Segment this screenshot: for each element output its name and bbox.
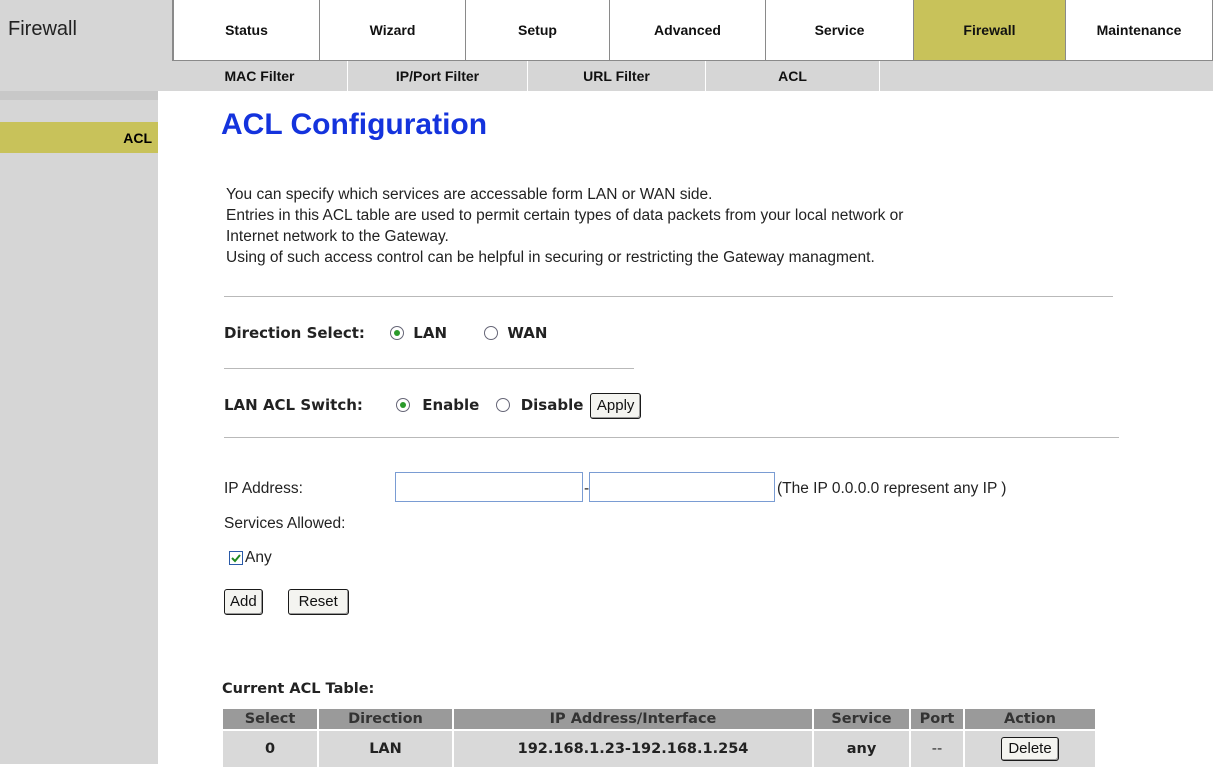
- direction-select-label: Direction Select:: [224, 324, 365, 342]
- cell-select: 0: [223, 731, 317, 767]
- cell-service: any: [814, 731, 909, 767]
- switch-enable-label: Enable: [422, 396, 480, 414]
- tab-advanced[interactable]: Advanced: [610, 0, 766, 60]
- subtab-url-filter[interactable]: URL Filter: [528, 61, 706, 91]
- check-icon: [231, 554, 241, 563]
- page-title: ACL Configuration: [221, 108, 488, 141]
- apply-button[interactable]: Apply: [589, 393, 642, 419]
- intro-line: You can specify which services are acces…: [226, 186, 713, 203]
- switch-disable-label: Disable: [520, 396, 584, 414]
- acl-switch-row: LAN ACL Switch: Enable Disable Apply: [224, 393, 642, 419]
- divider: [224, 437, 1119, 438]
- delete-button[interactable]: Delete: [1001, 737, 1059, 761]
- col-header-direction: Direction: [319, 709, 452, 729]
- form-actions: Add Reset: [224, 589, 349, 615]
- divider: [224, 296, 1113, 297]
- intro-text: You can specify which services are acces…: [226, 184, 1116, 268]
- tab-service[interactable]: Service: [766, 0, 914, 60]
- subtab-mac-filter[interactable]: MAC Filter: [172, 61, 348, 91]
- col-header-port: Port: [911, 709, 963, 729]
- acl-switch-label: LAN ACL Switch:: [224, 396, 363, 414]
- direction-lan-label: LAN: [413, 324, 448, 342]
- tab-setup[interactable]: Setup: [466, 0, 610, 60]
- sub-nav-tabs: MAC Filter IP/Port Filter URL Filter ACL: [172, 60, 1213, 91]
- any-checkbox[interactable]: [229, 551, 243, 565]
- ip-start-input[interactable]: [395, 472, 583, 502]
- subtab-acl[interactable]: ACL: [706, 61, 880, 91]
- intro-line: Entries in this ACL table are used to pe…: [226, 207, 904, 224]
- col-header-service: Service: [814, 709, 909, 729]
- cell-action: Delete: [965, 731, 1095, 767]
- ip-address-label: IP Address:: [224, 480, 303, 497]
- services-allowed-label: Services Allowed:: [224, 515, 346, 532]
- add-button[interactable]: Add: [224, 589, 263, 615]
- table-row: 0 LAN 192.168.1.23-192.168.1.254 any -- …: [223, 731, 1095, 767]
- intro-line: Using of such access control can be help…: [226, 249, 875, 266]
- col-header-select: Select: [223, 709, 317, 729]
- cell-port: --: [911, 731, 963, 767]
- divider: [224, 368, 634, 369]
- direction-lan-radio[interactable]: [389, 326, 404, 340]
- reset-button[interactable]: Reset: [287, 589, 349, 615]
- tab-status[interactable]: Status: [174, 0, 320, 60]
- cell-direction: LAN: [319, 731, 452, 767]
- section-title: Firewall: [8, 18, 77, 40]
- table-caption: Current ACL Table:: [222, 681, 375, 697]
- switch-enable-radio[interactable]: [395, 398, 410, 412]
- acl-table: Select Direction IP Address/Interface Se…: [221, 707, 1097, 769]
- sidebar-item-acl[interactable]: ACL: [0, 122, 158, 153]
- cell-ip: 192.168.1.23-192.168.1.254: [454, 731, 812, 767]
- ip-hint: (The IP 0.0.0.0 represent any IP ): [777, 480, 1007, 497]
- sidebar: ACL: [0, 91, 158, 764]
- subtab-ip-port-filter[interactable]: IP/Port Filter: [348, 61, 528, 91]
- tab-firewall[interactable]: Firewall: [914, 0, 1066, 60]
- main-nav-tabs: Status Wizard Setup Advanced Service Fir…: [172, 0, 1213, 60]
- col-header-action: Action: [965, 709, 1095, 729]
- any-service-label: Any: [245, 549, 272, 566]
- col-header-ip: IP Address/Interface: [454, 709, 812, 729]
- direction-select-row: Direction Select: LAN WAN: [224, 324, 547, 343]
- ip-end-input[interactable]: [589, 472, 775, 502]
- tab-wizard[interactable]: Wizard: [320, 0, 466, 60]
- table-header-row: Select Direction IP Address/Interface Se…: [223, 709, 1095, 729]
- tab-maintenance[interactable]: Maintenance: [1066, 0, 1213, 60]
- any-service-row: Any: [229, 549, 272, 567]
- direction-wan-label: WAN: [507, 324, 548, 342]
- intro-line: Internet network to the Gateway.: [226, 228, 449, 245]
- switch-disable-radio[interactable]: [496, 398, 511, 412]
- direction-wan-radio[interactable]: [483, 326, 498, 340]
